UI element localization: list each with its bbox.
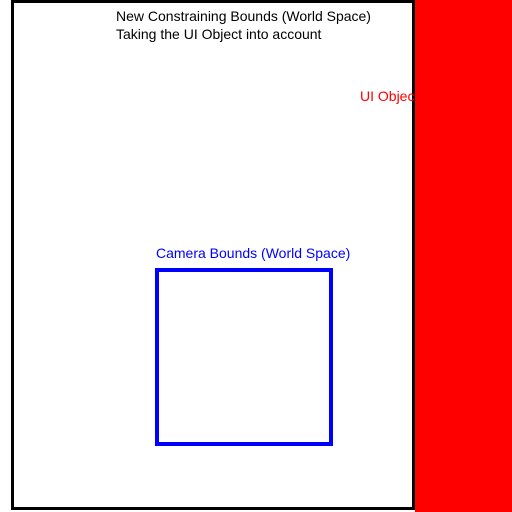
title-line-2: Taking the UI Object into account <box>116 26 371 44</box>
camera-bounds-label: Camera Bounds (World Space) <box>156 245 350 261</box>
camera-bounds-rect <box>155 268 333 446</box>
ui-object-label: UI Object <box>360 88 418 104</box>
ui-object-region <box>415 0 512 512</box>
title-line-1: New Constraining Bounds (World Space) <box>116 8 371 26</box>
constraining-bounds-title: New Constraining Bounds (World Space) Ta… <box>116 8 371 43</box>
diagram-canvas: New Constraining Bounds (World Space) Ta… <box>0 0 512 512</box>
